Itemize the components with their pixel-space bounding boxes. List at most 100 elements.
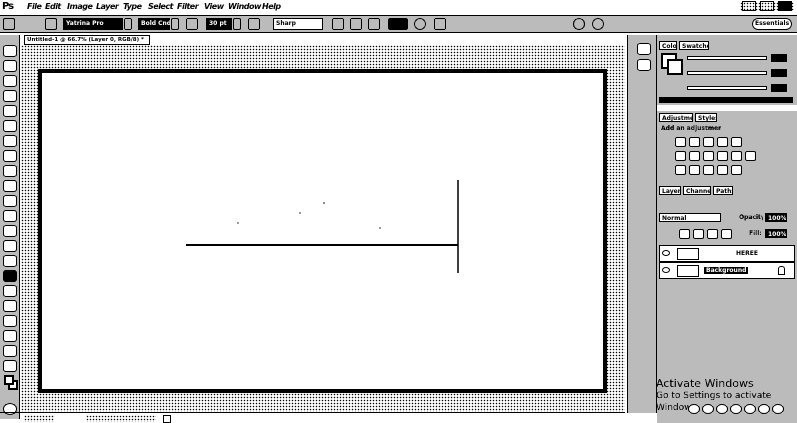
gradient-map-icon[interactable]	[717, 165, 728, 175]
dodge-tool-icon[interactable]	[3, 240, 17, 252]
healing-brush-tool-icon[interactable]	[3, 135, 17, 147]
menu-type[interactable]: Type	[123, 2, 142, 11]
gradient-tool-icon[interactable]	[3, 210, 17, 222]
tab-styles[interactable]: Styles	[695, 113, 717, 122]
hue-saturation-icon[interactable]	[675, 151, 686, 161]
blend-mode-select[interactable]: Normal	[659, 213, 721, 222]
new-group-icon[interactable]	[744, 404, 756, 414]
text-color-swatch[interactable]	[388, 18, 408, 30]
status-menu-icon[interactable]	[163, 415, 171, 423]
document-tab[interactable]: Untitled-1 @ 66.7% (Layer 0, RGB/8) *	[24, 35, 150, 45]
lock-position-icon[interactable]	[707, 229, 718, 239]
brightness-contrast-icon[interactable]	[675, 137, 686, 147]
color-spectrum-bar[interactable]	[659, 97, 793, 103]
zoom-field[interactable]	[24, 415, 54, 422]
green-value[interactable]	[771, 69, 787, 77]
invert-icon[interactable]	[675, 165, 686, 175]
tab-swatches[interactable]: Swatches	[679, 41, 709, 50]
curves-icon[interactable]	[703, 137, 714, 147]
tab-paths[interactable]: Paths	[713, 186, 733, 195]
red-slider[interactable]	[687, 56, 767, 60]
exposure-icon[interactable]	[717, 137, 728, 147]
eyedropper-tool-icon[interactable]	[3, 120, 17, 132]
character-panel-icon[interactable]	[434, 18, 446, 30]
visibility-eye-icon[interactable]	[662, 267, 670, 273]
vibrance-icon[interactable]	[731, 137, 742, 147]
chevron-down-icon[interactable]	[233, 18, 241, 30]
menu-help[interactable]: Help	[262, 2, 281, 11]
menu-select[interactable]: Select	[148, 2, 173, 11]
levels-icon[interactable]	[689, 137, 700, 147]
restore-button[interactable]	[760, 1, 774, 11]
tab-adjustments[interactable]: Adjustments	[659, 113, 693, 122]
posterize-icon[interactable]	[689, 165, 700, 175]
background-color-swatch[interactable]	[667, 59, 683, 75]
new-layer-icon[interactable]	[758, 404, 770, 414]
crop-tool-icon[interactable]	[3, 105, 17, 117]
history-panel-icon[interactable]	[637, 43, 651, 55]
warp-text-icon[interactable]	[414, 18, 426, 30]
color-lookup-icon[interactable]	[745, 151, 756, 161]
font-family-select[interactable]: Yatrina Pro	[63, 18, 123, 30]
cancel-edit-icon[interactable]	[573, 18, 585, 30]
chevron-down-icon[interactable]	[124, 18, 132, 30]
menu-image[interactable]: Image	[67, 2, 93, 11]
3d-rotate-tool-icon[interactable]	[3, 315, 17, 327]
black-white-icon[interactable]	[703, 151, 714, 161]
brush-tool-icon[interactable]	[3, 150, 17, 162]
adjustment-layer-icon[interactable]	[730, 404, 742, 414]
zoom-tool-icon[interactable]	[3, 360, 17, 372]
layer-name[interactable]: Background	[704, 267, 749, 274]
lock-transparency-icon[interactable]	[679, 229, 690, 239]
hand-tool-icon[interactable]	[3, 345, 17, 357]
selective-color-icon[interactable]	[731, 165, 742, 175]
type-tool-icon[interactable]	[3, 270, 17, 282]
menu-layer[interactable]: Layer	[96, 2, 119, 11]
layer-row[interactable]: HEREE	[659, 245, 795, 262]
fill-input[interactable]: 100%	[765, 229, 787, 238]
align-center-icon[interactable]	[350, 18, 362, 30]
3d-camera-tool-icon[interactable]	[3, 330, 17, 342]
menu-filter[interactable]: Filter	[177, 2, 199, 11]
menu-edit[interactable]: Edit	[45, 2, 61, 11]
lock-pixels-icon[interactable]	[693, 229, 704, 239]
link-layers-icon[interactable]	[688, 404, 700, 414]
opacity-input[interactable]: 100%	[765, 213, 787, 222]
marquee-tool-icon[interactable]	[3, 60, 17, 72]
pen-tool-icon[interactable]	[3, 255, 17, 267]
close-button[interactable]	[778, 1, 792, 11]
text-orientation-icon[interactable]	[45, 18, 57, 30]
tab-channels[interactable]: Channels	[683, 186, 711, 195]
path-selection-tool-icon[interactable]	[3, 285, 17, 297]
lock-all-icon[interactable]	[721, 229, 732, 239]
quick-select-tool-icon[interactable]	[3, 90, 17, 102]
minimize-button[interactable]	[742, 1, 756, 11]
document-canvas[interactable]	[38, 69, 607, 393]
blue-value[interactable]	[771, 84, 787, 92]
actions-panel-icon[interactable]	[637, 59, 651, 71]
history-brush-tool-icon[interactable]	[3, 180, 17, 192]
color-balance-icon[interactable]	[689, 151, 700, 161]
menu-view[interactable]: View	[204, 2, 224, 11]
red-value[interactable]	[771, 54, 787, 62]
green-slider[interactable]	[687, 71, 767, 75]
tab-color[interactable]: Color	[659, 41, 677, 50]
type-tool-preset-icon[interactable]	[3, 18, 15, 30]
blue-slider[interactable]	[687, 86, 767, 90]
eraser-tool-icon[interactable]	[3, 195, 17, 207]
visibility-eye-icon[interactable]	[662, 250, 670, 256]
menu-window[interactable]: Window	[228, 2, 261, 11]
chevron-down-icon[interactable]	[171, 18, 179, 30]
layer-style-icon[interactable]	[702, 404, 714, 414]
layer-name[interactable]: HEREE	[736, 250, 758, 257]
workspace-switcher[interactable]: Essentials	[752, 18, 792, 30]
foreground-color-swatch[interactable]	[4, 375, 14, 385]
photo-filter-icon[interactable]	[717, 151, 728, 161]
trash-icon[interactable]	[772, 404, 784, 414]
layer-row[interactable]: Background	[659, 262, 795, 279]
threshold-icon[interactable]	[703, 165, 714, 175]
align-left-icon[interactable]	[332, 18, 344, 30]
align-right-icon[interactable]	[368, 18, 380, 30]
move-tool-icon[interactable]	[3, 45, 17, 57]
font-size-select[interactable]: 30 pt	[206, 18, 232, 30]
